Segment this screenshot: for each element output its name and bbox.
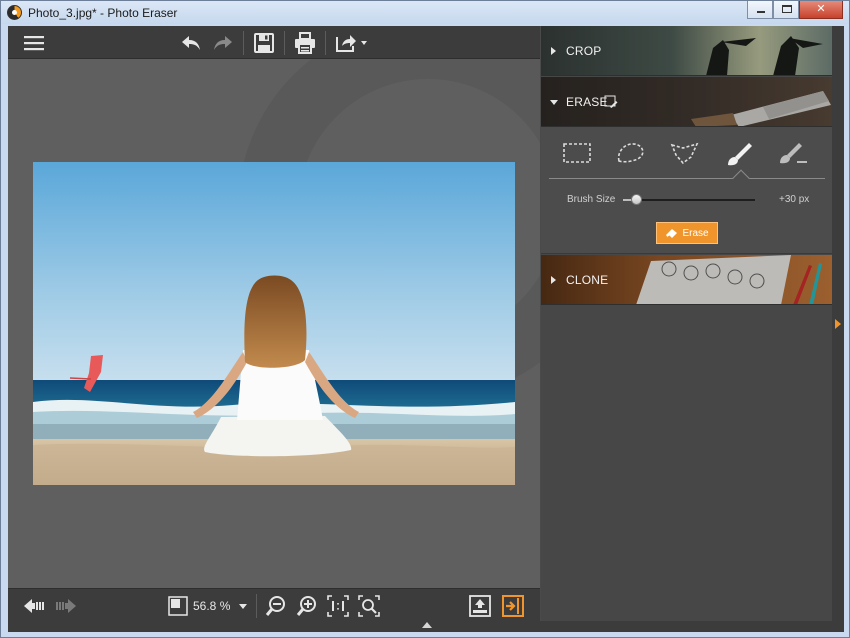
close-icon: ✕ bbox=[816, 3, 826, 15]
print-icon[interactable] bbox=[293, 31, 317, 55]
brush-size-label: Brush Size bbox=[567, 194, 616, 205]
photo-image[interactable] bbox=[33, 162, 515, 485]
clone-section-label: CLONE bbox=[566, 273, 609, 287]
panel-edge-strip[interactable] bbox=[832, 26, 844, 621]
erase-button-label: Erase bbox=[682, 227, 709, 239]
erase-section-label: ERASE bbox=[566, 95, 608, 109]
save-icon[interactable] bbox=[252, 31, 276, 55]
app-client: 56.8 % CROP ERASE Brush Size +30 px Eras… bbox=[8, 26, 844, 632]
main-toolbar bbox=[8, 26, 540, 59]
statusbar-separator bbox=[256, 594, 257, 618]
clone-section-header[interactable]: CLONE bbox=[541, 255, 832, 305]
expand-up-icon[interactable] bbox=[422, 622, 432, 628]
minimize-icon bbox=[757, 11, 765, 13]
zoom-value[interactable]: 56.8 % bbox=[193, 599, 230, 613]
erase-button[interactable]: Erase bbox=[656, 222, 718, 244]
undo-icon[interactable] bbox=[179, 31, 203, 55]
toolbar-separator bbox=[325, 31, 326, 55]
toggle-panel-icon[interactable] bbox=[501, 594, 525, 618]
toolbar-separator bbox=[284, 31, 285, 55]
zoom-in-icon[interactable] bbox=[295, 594, 319, 618]
brush-icon[interactable] bbox=[723, 139, 755, 167]
app-window: Photo_3.jpg* - Photo Eraser ✕ 56.8 % CRO… bbox=[0, 0, 850, 638]
eraser-layer-icon bbox=[604, 95, 618, 108]
zoom-dropdown-icon[interactable] bbox=[237, 594, 249, 618]
redo-icon[interactable] bbox=[211, 31, 235, 55]
actual-size-icon[interactable] bbox=[326, 594, 350, 618]
canvas-area[interactable] bbox=[8, 59, 540, 588]
minimize-button[interactable] bbox=[747, 1, 773, 19]
maximize-icon bbox=[782, 5, 792, 13]
zoom-out-icon[interactable] bbox=[264, 594, 288, 618]
active-tool-indicator bbox=[732, 169, 750, 187]
zoom-fit-icon[interactable] bbox=[357, 594, 381, 618]
tool-selector-line bbox=[549, 178, 825, 179]
close-button[interactable]: ✕ bbox=[799, 1, 843, 19]
polygon-select-icon[interactable] bbox=[669, 139, 701, 167]
status-bar: 56.8 % bbox=[8, 588, 540, 621]
brush-size-handle[interactable] bbox=[631, 194, 643, 205]
app-logo-icon bbox=[7, 5, 22, 20]
bottom-strip[interactable] bbox=[8, 621, 844, 632]
lasso-select-icon[interactable] bbox=[615, 139, 647, 167]
title-bar[interactable]: Photo_3.jpg* - Photo Eraser ✕ bbox=[1, 1, 849, 24]
window-controls: ✕ bbox=[747, 1, 843, 19]
fit-frame-icon[interactable] bbox=[168, 594, 188, 618]
brush-size-slider[interactable] bbox=[623, 194, 755, 205]
erase-tools-body: Brush Size +30 px Erase bbox=[541, 127, 832, 254]
collapse-panel-icon[interactable] bbox=[835, 319, 841, 329]
eraser-icon bbox=[666, 228, 678, 238]
brush-size-value: +30 px bbox=[779, 194, 810, 205]
upload-icon[interactable] bbox=[468, 594, 492, 618]
rect-select-icon[interactable] bbox=[561, 139, 593, 167]
maximize-button[interactable] bbox=[773, 1, 799, 19]
brush-minus-icon[interactable] bbox=[777, 139, 809, 167]
toolbar-separator bbox=[243, 31, 244, 55]
window-title: Photo_3.jpg* - Photo Eraser bbox=[28, 6, 178, 20]
previous-image-icon[interactable] bbox=[22, 594, 46, 618]
erase-collapse-icon bbox=[550, 100, 558, 105]
crop-section-label: CROP bbox=[566, 44, 602, 58]
next-image-icon[interactable] bbox=[54, 594, 78, 618]
clone-expand-icon bbox=[551, 276, 556, 284]
erase-section-header[interactable]: ERASE bbox=[541, 77, 832, 127]
export-icon[interactable] bbox=[334, 31, 368, 55]
tools-panel: CROP ERASE Brush Size +30 px Erase CLONE bbox=[541, 26, 832, 621]
menu-icon[interactable] bbox=[22, 31, 46, 55]
crop-section-header[interactable]: CROP bbox=[541, 26, 832, 76]
crop-expand-icon bbox=[551, 47, 556, 55]
